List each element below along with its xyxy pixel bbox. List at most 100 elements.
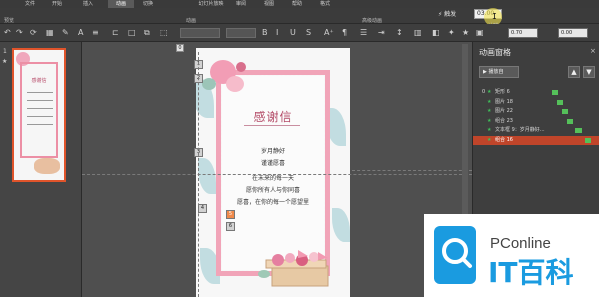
y-position-field[interactable]: 0.00 [558,28,588,38]
text-cursor-icon: I [492,12,497,21]
bullets-icon[interactable]: ☰ [360,28,367,38]
timeline-bar[interactable] [556,99,564,105]
watermark-logo-box [434,226,476,284]
font-name-field[interactable] [180,28,220,38]
shape-icon[interactable]: □ [128,28,136,38]
picture-icon[interactable]: ▣ [476,28,484,38]
flower-decoration [226,76,244,92]
move-down-button[interactable]: ▼ [583,66,595,78]
slide[interactable]: 感谢信 岁月静好 谨谨愿喜 在未来的每一天 愿你所有人与你同喜 愿喜，在你的每一… [196,48,350,297]
slide-editing-canvas[interactable]: 0 感谢信 岁月静好 谨谨愿喜 在未来的每一天 愿你所有人与你同喜 愿喜，在你的… [82,42,472,297]
slide-title[interactable]: 感谢信 [196,108,350,125]
move-up-button[interactable]: ▲ [568,66,580,78]
tab-slideshow[interactable]: 幻灯片放映 [196,0,226,8]
animation-item-number: 0 [482,89,486,95]
grid-icon[interactable]: ▦ [46,28,54,38]
animation-list-item[interactable]: ★ 图片 22 [473,107,599,116]
tab-help[interactable]: 帮助 [286,0,308,8]
body-text-line[interactable]: 岁月静好 [196,146,350,155]
effects-icon[interactable]: ✦ [448,28,455,38]
animation-list-item[interactable]: ★ 组合 16 [473,135,599,145]
body-text-line[interactable]: 谨谨愿喜 [196,158,350,167]
tab-transitions[interactable]: 切换 [136,0,160,8]
slide-thumbnail-panel: 1 ★ 感谢信 [0,42,82,297]
tab-file[interactable]: 文件 [20,0,40,8]
timeline-bar[interactable] [574,128,583,133]
animation-list-item[interactable]: 0 ★ 矩形 6 [473,88,599,97]
slide-thumbnail[interactable]: 感谢信 [12,48,66,182]
bold-icon[interactable]: B [262,28,268,38]
smart-guide-horizontal [82,174,472,175]
animation-tag[interactable]: 4 [198,204,207,213]
body-text-line[interactable]: 愿喜，在你的每一个愿望里 [196,197,350,206]
animation-item-name: 矩形 6 [495,89,510,95]
animation-item-name: 组合 16 [495,136,513,143]
font-color-icon[interactable]: A [78,28,83,38]
entrance-effect-icon: ★ [487,117,492,124]
trigger-button[interactable]: ⚡ 触发 [438,10,456,19]
repeat-icon[interactable]: ⟳ [30,28,37,38]
smart-guide-horizontal [352,170,472,171]
columns-icon[interactable]: ▥ [414,28,422,38]
italic-icon[interactable]: I [276,28,278,38]
gift-box-image[interactable] [258,248,332,288]
fill-icon[interactable]: ◧ [432,28,440,38]
tab-format[interactable]: 格式 [314,0,336,8]
animation-list-item[interactable]: ★ 图片 18 [473,98,599,107]
font-size-field[interactable] [226,28,256,38]
align-icon[interactable]: ≡ [92,28,99,38]
shadow-icon[interactable]: S [306,28,311,38]
timeline-bar[interactable] [551,90,559,95]
animation-indicator-icon: ★ [2,58,8,65]
timeline-bar[interactable] [584,137,592,143]
font-grow-icon[interactable]: A⁺ [324,28,334,38]
ribbon-tab-bar: 文件 开始 插入 设计 切换 动画 幻灯片放映 审阅 视图 帮助 格式 [0,0,599,8]
animation-star-icon[interactable]: ★ [462,28,469,38]
animation-item-name: 图片 22 [495,108,513,114]
timeline-bar[interactable] [561,109,569,114]
group-label-animation: 动画 [186,18,197,24]
redo-icon[interactable]: ↷ [16,28,23,38]
ribbon-body: 预览 动画 高级动画 ⚡ 触发 03.00 I 计时 [0,8,599,29]
align-left-icon[interactable]: ⊏ [112,28,119,38]
arrange-icon[interactable]: ⧉ [144,28,150,38]
timeline-bar[interactable] [566,118,574,124]
thumb-text-line [27,124,53,125]
indent-icon[interactable]: ⇥ [378,28,385,38]
tab-view[interactable]: 视图 [258,0,280,8]
tab-home[interactable]: 开始 [45,0,69,8]
entrance-effect-icon: ★ [487,89,492,95]
slide-number: 1 [3,48,7,55]
flower-decoration [202,78,216,90]
animation-list-item[interactable]: ★ 文本框 9：岁月静好... [473,126,599,135]
entrance-effect-icon: ★ [487,108,492,114]
pane-title: 动画窗格 [479,48,511,57]
animation-list-item[interactable]: ★ 组合 23 [473,117,599,126]
undo-icon[interactable]: ↶ [4,28,11,38]
tab-insert[interactable]: 插入 [76,0,100,8]
tab-animations[interactable]: 动画 [108,0,134,8]
paragraph-icon[interactable]: ¶ [342,28,347,38]
underline-icon[interactable]: U [290,28,296,38]
x-position-field[interactable]: 0.70 [508,28,538,38]
tab-review[interactable]: 审阅 [230,0,252,8]
animation-tag[interactable]: 6 [226,222,235,231]
thumb-text-line [27,116,53,117]
watermark-brand-bottom: IT百科 [488,256,574,289]
close-icon[interactable]: × [590,47,596,55]
body-text-line[interactable]: 愿你所有人与你同喜 [196,185,350,194]
app-window: 文件 开始 插入 设计 切换 动画 幻灯片放映 审阅 视图 帮助 格式 预览 动… [0,0,599,297]
trigger-label: 触发 [444,11,457,18]
thumb-text-line [27,108,53,109]
group-icon[interactable]: ⬚ [160,28,168,38]
animation-item-name: 图片 18 [495,98,513,105]
entrance-effect-icon: ★ [487,136,492,143]
text-direction-icon[interactable]: ↕ [396,28,403,38]
group-label-preview: 预览 [4,18,15,24]
animation-tag-selected[interactable]: 5 [226,210,235,219]
group-label-advanced: 高级动画 [362,18,383,24]
play-from-button[interactable]: ▶ 播放自 [479,66,519,78]
format-painter-icon[interactable]: ✎ [62,28,69,38]
play-icon: ▶ [483,69,487,75]
thumb-gift-box [34,158,60,174]
